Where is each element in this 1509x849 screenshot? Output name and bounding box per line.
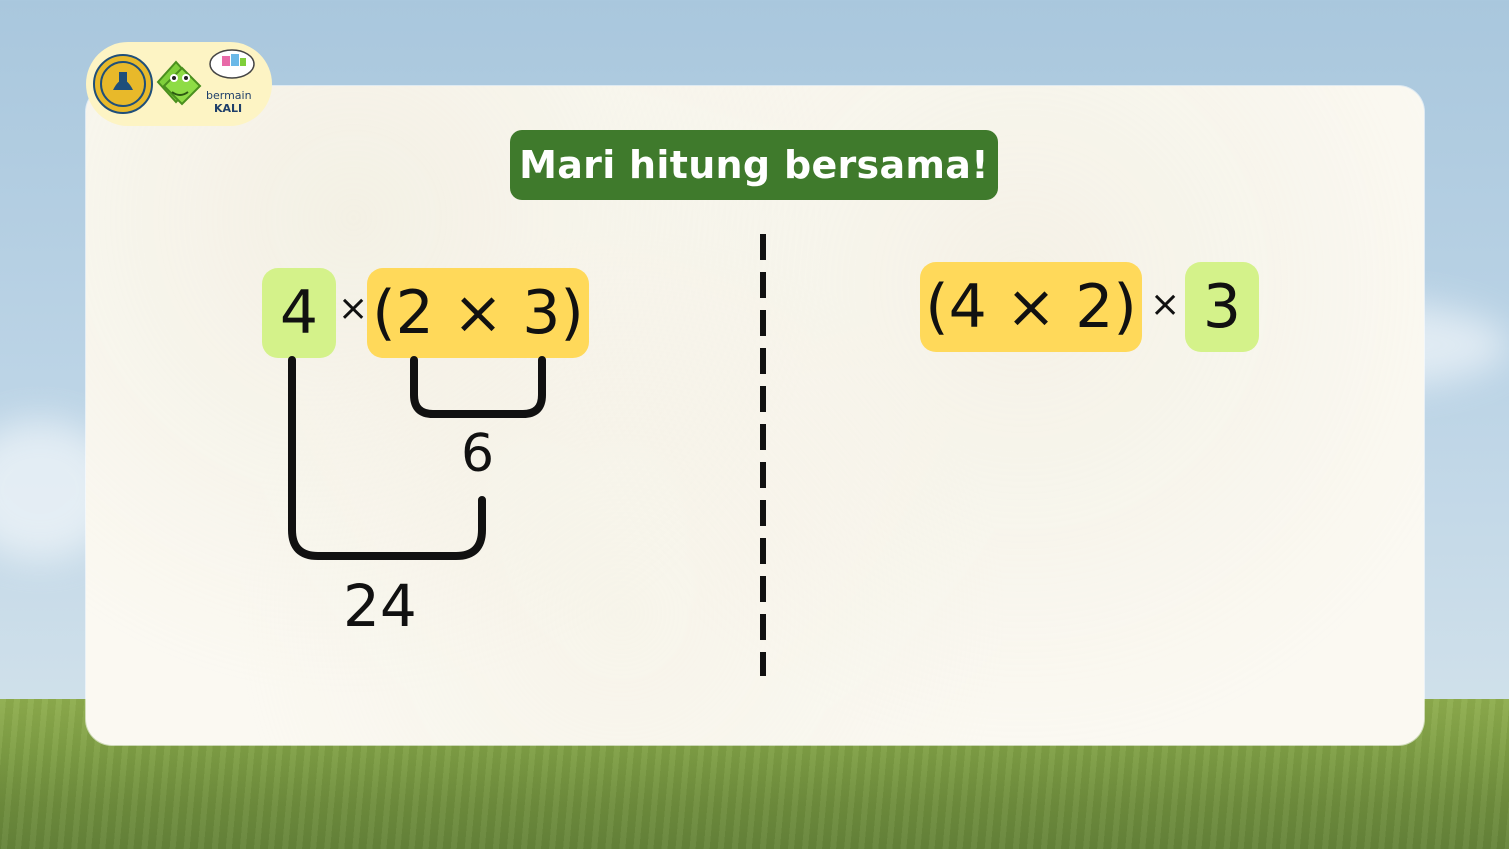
right-factor-box: 3: [1185, 262, 1259, 352]
inner-result: 6: [461, 424, 495, 484]
right-times-sign: ×: [1150, 284, 1181, 325]
calculation-brackets: [288, 356, 546, 560]
outer-result: 24: [343, 572, 417, 640]
right-group-box: (4 × 2): [920, 262, 1142, 352]
dashed-divider: [760, 234, 766, 676]
